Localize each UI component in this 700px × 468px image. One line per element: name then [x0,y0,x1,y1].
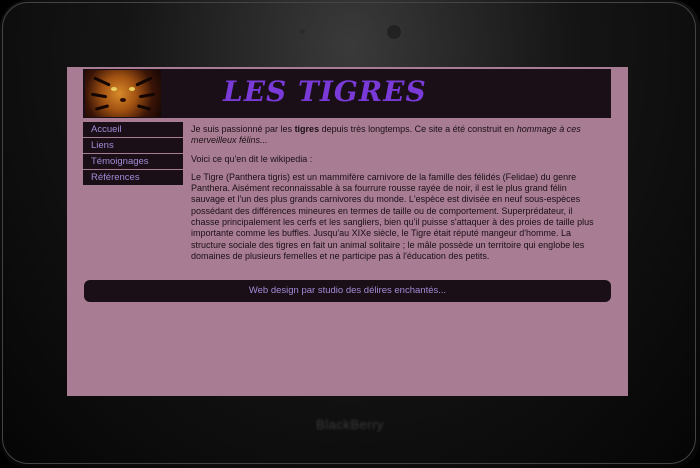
intro-bold: tigres [294,124,320,134]
camera-icon [386,24,402,40]
nav-item-temoignages[interactable]: Témoignages [83,154,183,169]
wiki-lead: Voici ce qu'en dit le wikipedia : [191,153,313,164]
tiger-face-icon [85,70,161,117]
nav-item-references[interactable]: Références [83,170,183,185]
site-header: LES TIGRES [83,69,611,118]
site-footer: Web design par studio des délires enchan… [84,280,611,302]
tablet-frame: BlackBerry LES TIGRES Accueil Liens Témo… [0,0,700,468]
main-content: Je suis passionné par les tigres depuis … [191,124,599,269]
wiki-quote: Le Tigre (Panthera tigris) est un mammif… [191,171,594,261]
nav-item-accueil[interactable]: Accueil [83,122,183,137]
site-title: LES TIGRES [223,75,427,108]
web-page: LES TIGRES Accueil Liens Témoignages Réf… [67,67,628,396]
intro-paragraph: Je suis passionné par les tigres depuis … [191,124,581,146]
nav-item-liens[interactable]: Liens [83,138,183,153]
side-nav: Accueil Liens Témoignages Références [83,122,183,186]
device-brand: BlackBerry [316,417,384,432]
light-sensor [300,29,305,34]
